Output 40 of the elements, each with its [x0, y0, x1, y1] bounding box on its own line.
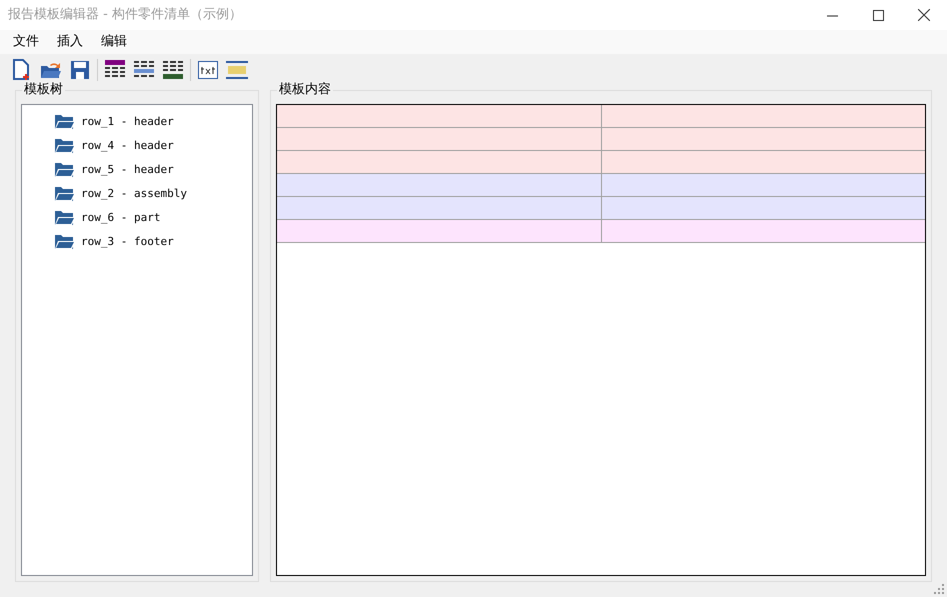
grid-cell[interactable]	[600, 105, 925, 127]
menu-item[interactable]: 文件	[4, 32, 48, 52]
grid-cell[interactable]	[277, 105, 600, 127]
group-title: 模板内容	[277, 82, 333, 98]
menu-item[interactable]: 插入	[48, 32, 92, 52]
tree-item[interactable]: row_4 - header	[81, 138, 174, 154]
grid-cell[interactable]	[277, 197, 600, 219]
maximize-icon[interactable]	[872, 10, 884, 20]
close-icon[interactable]	[918, 9, 930, 21]
grid-cell[interactable]	[600, 220, 925, 242]
grid-cell[interactable]	[277, 151, 600, 173]
tree-item[interactable]: row_1 - header	[81, 114, 174, 130]
grid-cell[interactable]	[600, 174, 925, 196]
grid-cell[interactable]	[277, 174, 600, 196]
folder-icon	[55, 162, 75, 178]
table-footer-icon[interactable]	[163, 60, 183, 80]
table-header-icon[interactable]	[105, 60, 125, 80]
grid-cell[interactable]	[277, 128, 600, 150]
folder-icon	[55, 234, 75, 250]
tree-item[interactable]: row_3 - footer	[81, 234, 174, 250]
group-title: 模板树	[22, 82, 65, 98]
label-icon[interactable]	[226, 61, 248, 79]
tree-item[interactable]: row_5 - header	[81, 162, 174, 178]
menu-item[interactable]: 编辑	[92, 32, 136, 52]
table-body-icon[interactable]	[134, 60, 154, 80]
grid-cell[interactable]	[600, 128, 925, 150]
folder-icon	[55, 138, 75, 154]
resize-grip-icon[interactable]	[934, 584, 944, 594]
grid-cell[interactable]	[600, 151, 925, 173]
folder-icon	[55, 186, 75, 202]
tree-item[interactable]: row_2 - assembly	[81, 186, 187, 202]
folder-icon	[55, 114, 75, 130]
new-file-icon[interactable]	[12, 59, 32, 81]
grid-cell[interactable]	[277, 220, 600, 242]
text-box-icon[interactable]	[198, 61, 218, 79]
save-icon[interactable]	[70, 60, 90, 80]
grid-cell[interactable]	[600, 197, 925, 219]
folder-icon	[55, 210, 75, 226]
window-title: 报告模板编辑器 - 构件零件清单（示例）	[7, 6, 243, 24]
tree-item[interactable]: row_6 - part	[81, 210, 160, 226]
